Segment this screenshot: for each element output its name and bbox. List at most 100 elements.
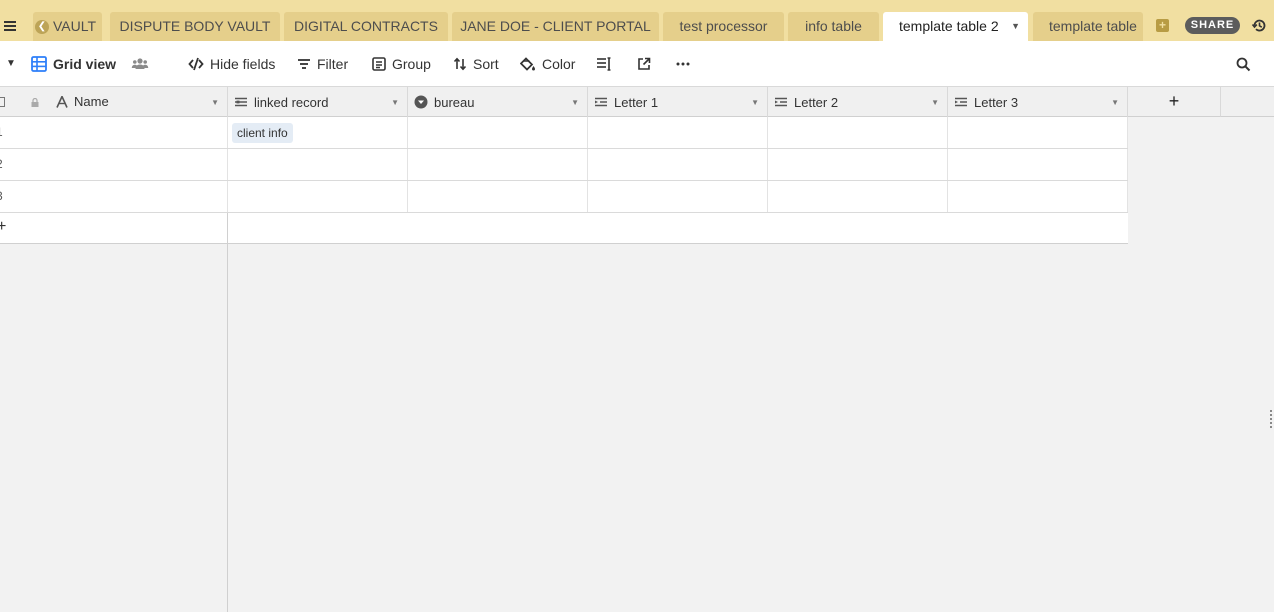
column-menu-caret-icon[interactable]: ▼ — [211, 98, 219, 107]
tab-jane-doe-client-portal[interactable]: JANE DOE - CLIENT PORTAL — [452, 12, 659, 41]
group-icon — [372, 57, 386, 71]
column-header-bureau[interactable]: bureau ▼ — [408, 87, 588, 117]
column-header-name[interactable]: Name ▼ — [0, 87, 228, 117]
grid-header-row: Name ▼ linked record ▼ bureau ▼ Letter 1… — [0, 86, 1128, 117]
letter-1-cell[interactable] — [588, 117, 768, 148]
column-title: Letter 1 — [614, 94, 659, 110]
linked-record-cell[interactable]: client info — [228, 117, 408, 148]
tab-bar: ❮ VAULT DISPUTE BODY VAULT DIGITAL CONTR… — [0, 0, 1274, 41]
column-menu-caret-icon[interactable]: ▼ — [1111, 98, 1119, 107]
tab-label: DISPUTE BODY VAULT — [119, 18, 271, 34]
tab-label: template table — [1049, 18, 1137, 34]
row-number: 1 — [0, 125, 3, 139]
linked-record-icon — [235, 97, 247, 107]
name-cell[interactable]: 2 — [0, 149, 228, 180]
letter-3-cell[interactable] — [948, 117, 1128, 148]
filter-label: Filter — [317, 56, 349, 72]
row-number: 2 — [0, 157, 3, 171]
view-toolbar: ▼ Grid view Hide fields Filter Group Sor… — [0, 41, 1274, 86]
text-field-icon — [56, 96, 68, 108]
letter-2-cell[interactable] — [768, 149, 948, 180]
column-title: Letter 2 — [794, 94, 839, 110]
column-menu-caret-icon[interactable]: ▼ — [931, 98, 939, 107]
bureau-cell[interactable] — [408, 181, 588, 212]
tab-info-table[interactable]: info table — [788, 12, 879, 41]
column-header-linked-record[interactable]: linked record ▼ — [228, 87, 408, 117]
sort-icon — [453, 57, 467, 71]
column-title: linked record — [254, 94, 329, 110]
tab-label: JANE DOE - CLIENT PORTAL — [460, 18, 651, 34]
hide-fields-icon — [188, 57, 204, 71]
tab-template-table-2[interactable]: template table 2 ▼ — [883, 12, 1028, 41]
tab-label: DIGITAL CONTRACTS — [294, 18, 438, 34]
filter-icon — [298, 59, 310, 69]
bureau-cell[interactable] — [408, 117, 588, 148]
column-menu-caret-icon[interactable]: ▼ — [391, 98, 399, 107]
tab-template-table[interactable]: template table — [1033, 12, 1143, 41]
share-view-icon[interactable] — [637, 54, 651, 74]
scroll-tabs-left-icon[interactable]: ❮ — [35, 20, 49, 34]
paint-bucket-icon — [520, 56, 535, 71]
column-title: Name — [74, 94, 109, 109]
tab-vault[interactable]: ❮ VAULT — [33, 12, 102, 41]
view-name: Grid view — [53, 56, 117, 72]
long-text-icon — [775, 97, 787, 107]
more-options-icon[interactable] — [676, 54, 690, 74]
letter-1-cell[interactable] — [588, 149, 768, 180]
letter-1-cell[interactable] — [588, 181, 768, 212]
column-menu-caret-icon[interactable]: ▼ — [571, 98, 579, 107]
collaborators-icon[interactable] — [131, 54, 149, 74]
add-field-button[interactable]: + — [1128, 86, 1221, 117]
linked-record-chip[interactable]: client info — [232, 123, 293, 143]
side-panel-resize-handle[interactable] — [1270, 410, 1274, 428]
column-header-letter-2[interactable]: Letter 2 ▼ — [768, 87, 948, 117]
letter-3-cell[interactable] — [948, 149, 1128, 180]
linked-record-cell[interactable] — [228, 181, 408, 212]
long-text-icon — [595, 97, 607, 107]
group-button[interactable]: Group — [372, 54, 431, 74]
sort-button[interactable]: Sort — [453, 54, 499, 74]
add-row-plus-icon: + — [0, 218, 7, 235]
share-button[interactable]: SHARE — [1185, 17, 1240, 34]
linked-record-cell[interactable] — [228, 149, 408, 180]
bureau-cell[interactable] — [408, 149, 588, 180]
column-header-letter-1[interactable]: Letter 1 ▼ — [588, 87, 768, 117]
column-menu-caret-icon[interactable]: ▼ — [751, 98, 759, 107]
column-header-letter-3[interactable]: Letter 3 ▼ — [948, 87, 1128, 117]
history-icon[interactable] — [1251, 17, 1268, 34]
views-sidebar-caret-icon[interactable]: ▼ — [6, 58, 16, 69]
tab-dispute-body-vault[interactable]: DISPUTE BODY VAULT — [110, 12, 280, 41]
hide-fields-label: Hide fields — [210, 56, 276, 72]
select-all-checkbox[interactable] — [0, 97, 5, 107]
row-height-icon[interactable] — [596, 54, 612, 74]
hamburger-menu-icon[interactable] — [4, 19, 18, 33]
name-cell[interactable]: 3 — [0, 181, 228, 212]
lock-icon — [31, 98, 39, 107]
add-table-icon[interactable]: + — [1156, 19, 1169, 32]
color-button[interactable]: Color — [520, 54, 575, 74]
grid-view-icon — [31, 56, 47, 72]
add-row-button[interactable]: + — [0, 213, 1128, 244]
name-cell[interactable]: 1 — [0, 117, 228, 148]
tab-menu-caret-icon[interactable]: ▼ — [1011, 12, 1020, 41]
color-label: Color — [542, 56, 576, 72]
hide-fields-button[interactable]: Hide fields — [188, 54, 275, 74]
letter-3-cell[interactable] — [948, 181, 1128, 212]
letter-2-cell[interactable] — [768, 117, 948, 148]
filter-button[interactable]: Filter — [297, 54, 348, 74]
sort-label: Sort — [473, 56, 499, 72]
table-row[interactable]: 1 client info — [0, 117, 1128, 149]
search-icon[interactable] — [1236, 54, 1251, 74]
column-title: bureau — [434, 94, 475, 110]
tab-label: info table — [805, 18, 862, 34]
letter-2-cell[interactable] — [768, 181, 948, 212]
column-divider — [227, 213, 228, 244]
tab-test-processor[interactable]: test processor — [663, 12, 784, 41]
table-row[interactable]: 2 — [0, 149, 1128, 181]
tab-digital-contracts[interactable]: DIGITAL CONTRACTS — [284, 12, 448, 41]
table-row[interactable]: 3 — [0, 181, 1128, 213]
group-label: Group — [392, 56, 431, 72]
row-number: 3 — [0, 189, 3, 203]
long-text-icon — [955, 97, 967, 107]
view-switcher-button[interactable]: Grid view — [31, 54, 116, 74]
